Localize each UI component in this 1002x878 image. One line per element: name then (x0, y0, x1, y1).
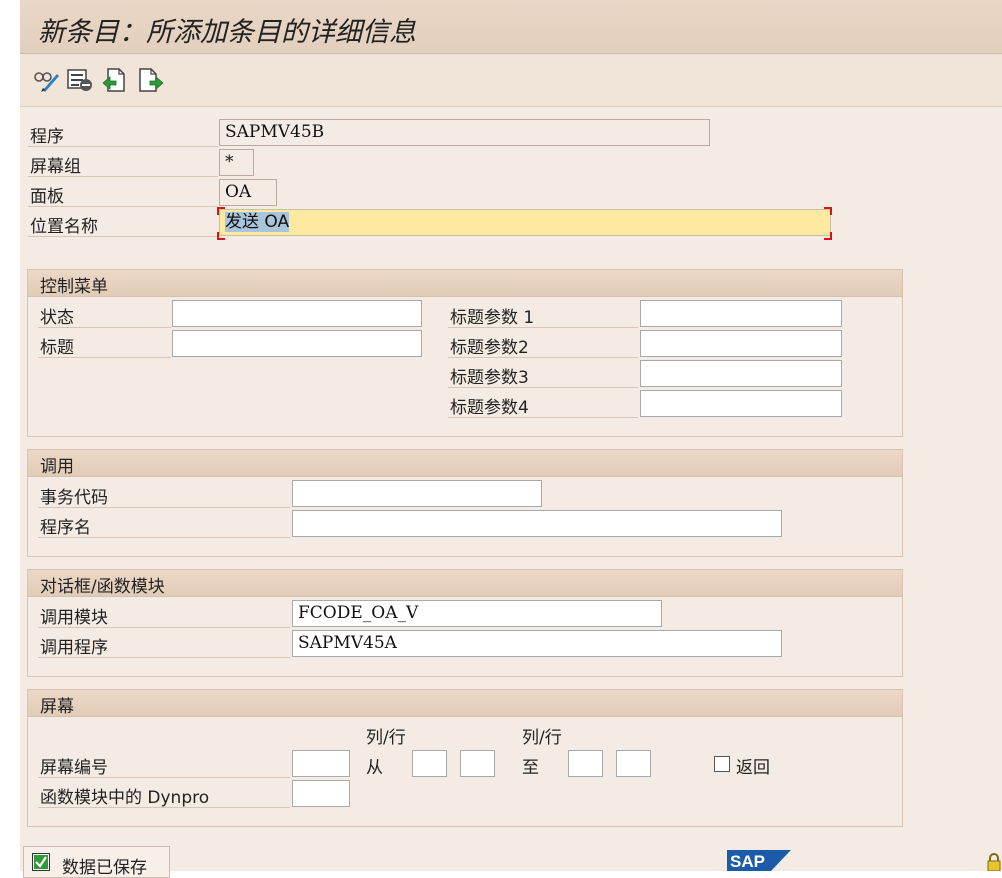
screen-number-label: 屏幕编号 (40, 758, 108, 778)
title-param2-label: 标题参数2 (450, 338, 529, 358)
transaction-code-underline (38, 507, 290, 508)
sap-logo-text: SAP (730, 852, 765, 871)
program-field: SAPMV45B (219, 119, 710, 146)
focus-corner-tl (217, 207, 225, 215)
title-bar: 新条目：所添加条目的详细信息 (20, 0, 1002, 54)
sap-window: 新条目：所添加条目的详细信息 程序 SAPMV45B 屏幕组 * 面板 OA 位… (20, 0, 1002, 878)
title-param1-label: 标题参数 1 (450, 308, 535, 328)
heading-input[interactable] (172, 330, 422, 357)
dynpro-input[interactable] (292, 780, 350, 807)
return-label: 返回 (736, 758, 770, 778)
title-param3-underline (448, 387, 638, 388)
position-name-value: 发送 OA (225, 212, 290, 232)
focus-corner-br (824, 232, 832, 240)
status-underline (38, 327, 171, 328)
call-program-input[interactable]: SAPMV45A (292, 630, 782, 657)
to-row-input[interactable] (616, 750, 651, 777)
dialog-title: 对话框/函数模块 (40, 577, 165, 597)
return-checkbox[interactable] (714, 756, 730, 772)
dialog-header: 对话框/函数模块 (28, 570, 902, 597)
from-col-input[interactable] (412, 750, 447, 777)
screen-number-underline (38, 777, 290, 778)
panel-field: OA (219, 179, 277, 206)
transaction-code-input[interactable] (292, 480, 542, 507)
screen-title: 屏幕 (40, 697, 74, 717)
position-name-label: 位置名称 (30, 217, 98, 237)
display-change-icon[interactable] (33, 68, 59, 92)
from-row-input[interactable] (460, 750, 495, 777)
transaction-code-label: 事务代码 (40, 488, 108, 508)
title-param4-label: 标题参数4 (450, 398, 529, 418)
call-header: 调用 (28, 450, 902, 477)
title-param3-label: 标题参数3 (450, 368, 529, 388)
control-menu-title: 控制菜单 (40, 277, 108, 297)
status-message: 数据已保存 (62, 858, 147, 878)
panel-label: 面板 (30, 187, 64, 207)
program-name-underline (38, 537, 290, 538)
title-param4-underline (448, 417, 638, 418)
status-bar: 数据已保存 SAP (20, 840, 1002, 878)
control-menu-group: 控制菜单 状态 标题 标题参数 1 标题参数2 标题参数3 标题参数4 (27, 269, 903, 437)
call-program-label: 调用程序 (40, 638, 108, 658)
application-toolbar (20, 54, 1002, 107)
heading-label: 标题 (40, 338, 74, 358)
success-check-icon (32, 853, 50, 871)
call-module-label: 调用模块 (40, 608, 108, 628)
from-label: 从 (366, 758, 383, 778)
position-name-underline (28, 236, 218, 237)
heading-underline (38, 357, 171, 358)
program-name-label: 程序名 (40, 518, 91, 538)
screen-header: 屏幕 (28, 690, 902, 717)
status-message-box: 数据已保存 (23, 846, 170, 878)
status-label: 状态 (40, 308, 74, 328)
title-param2-underline (448, 357, 638, 358)
call-program-underline (38, 657, 290, 658)
program-label: 程序 (30, 127, 64, 147)
call-title: 调用 (40, 457, 74, 477)
panel-underline (28, 206, 218, 207)
lock-icon[interactable] (986, 852, 1002, 872)
next-entry-icon[interactable] (138, 68, 164, 92)
program-name-input[interactable] (292, 510, 782, 537)
col-row-label-from: 列/行 (366, 728, 406, 748)
screen-group: 屏幕 列/行 列/行 屏幕编号 从 至 返回 函数模块中的 Dynpro (27, 689, 903, 827)
focus-corner-tr (824, 207, 832, 215)
col-row-label-to: 列/行 (522, 728, 562, 748)
to-label: 至 (522, 758, 539, 778)
title-param1-input[interactable] (640, 300, 842, 327)
to-col-input[interactable] (568, 750, 603, 777)
call-group: 调用 事务代码 程序名 (27, 449, 903, 557)
previous-entry-icon[interactable] (102, 68, 126, 92)
focus-corner-bl (217, 232, 225, 240)
screen-group-field: * (219, 149, 254, 176)
window-title: 新条目：所添加条目的详细信息 (38, 17, 416, 48)
title-param1-underline (448, 327, 638, 328)
screen-group-label: 屏幕组 (30, 157, 81, 177)
call-module-input[interactable]: FCODE_OA_V (292, 600, 662, 627)
dynpro-underline (38, 807, 290, 808)
title-param3-input[interactable] (640, 360, 842, 387)
title-param4-input[interactable] (640, 390, 842, 417)
program-underline (28, 146, 218, 147)
control-menu-header: 控制菜单 (28, 270, 902, 297)
dynpro-label: 函数模块中的 Dynpro (40, 788, 210, 808)
delete-entry-icon[interactable] (67, 68, 92, 92)
call-module-underline (38, 627, 290, 628)
status-input[interactable] (172, 300, 422, 327)
sap-logo: SAP (727, 850, 791, 871)
title-param2-input[interactable] (640, 330, 842, 357)
screen-number-input[interactable] (292, 750, 350, 777)
dialog-function-module-group: 对话框/函数模块 调用模块 FCODE_OA_V 调用程序 SAPMV45A (27, 569, 903, 677)
position-name-input[interactable]: 发送 OA (219, 209, 831, 236)
screen-group-underline (28, 176, 218, 177)
